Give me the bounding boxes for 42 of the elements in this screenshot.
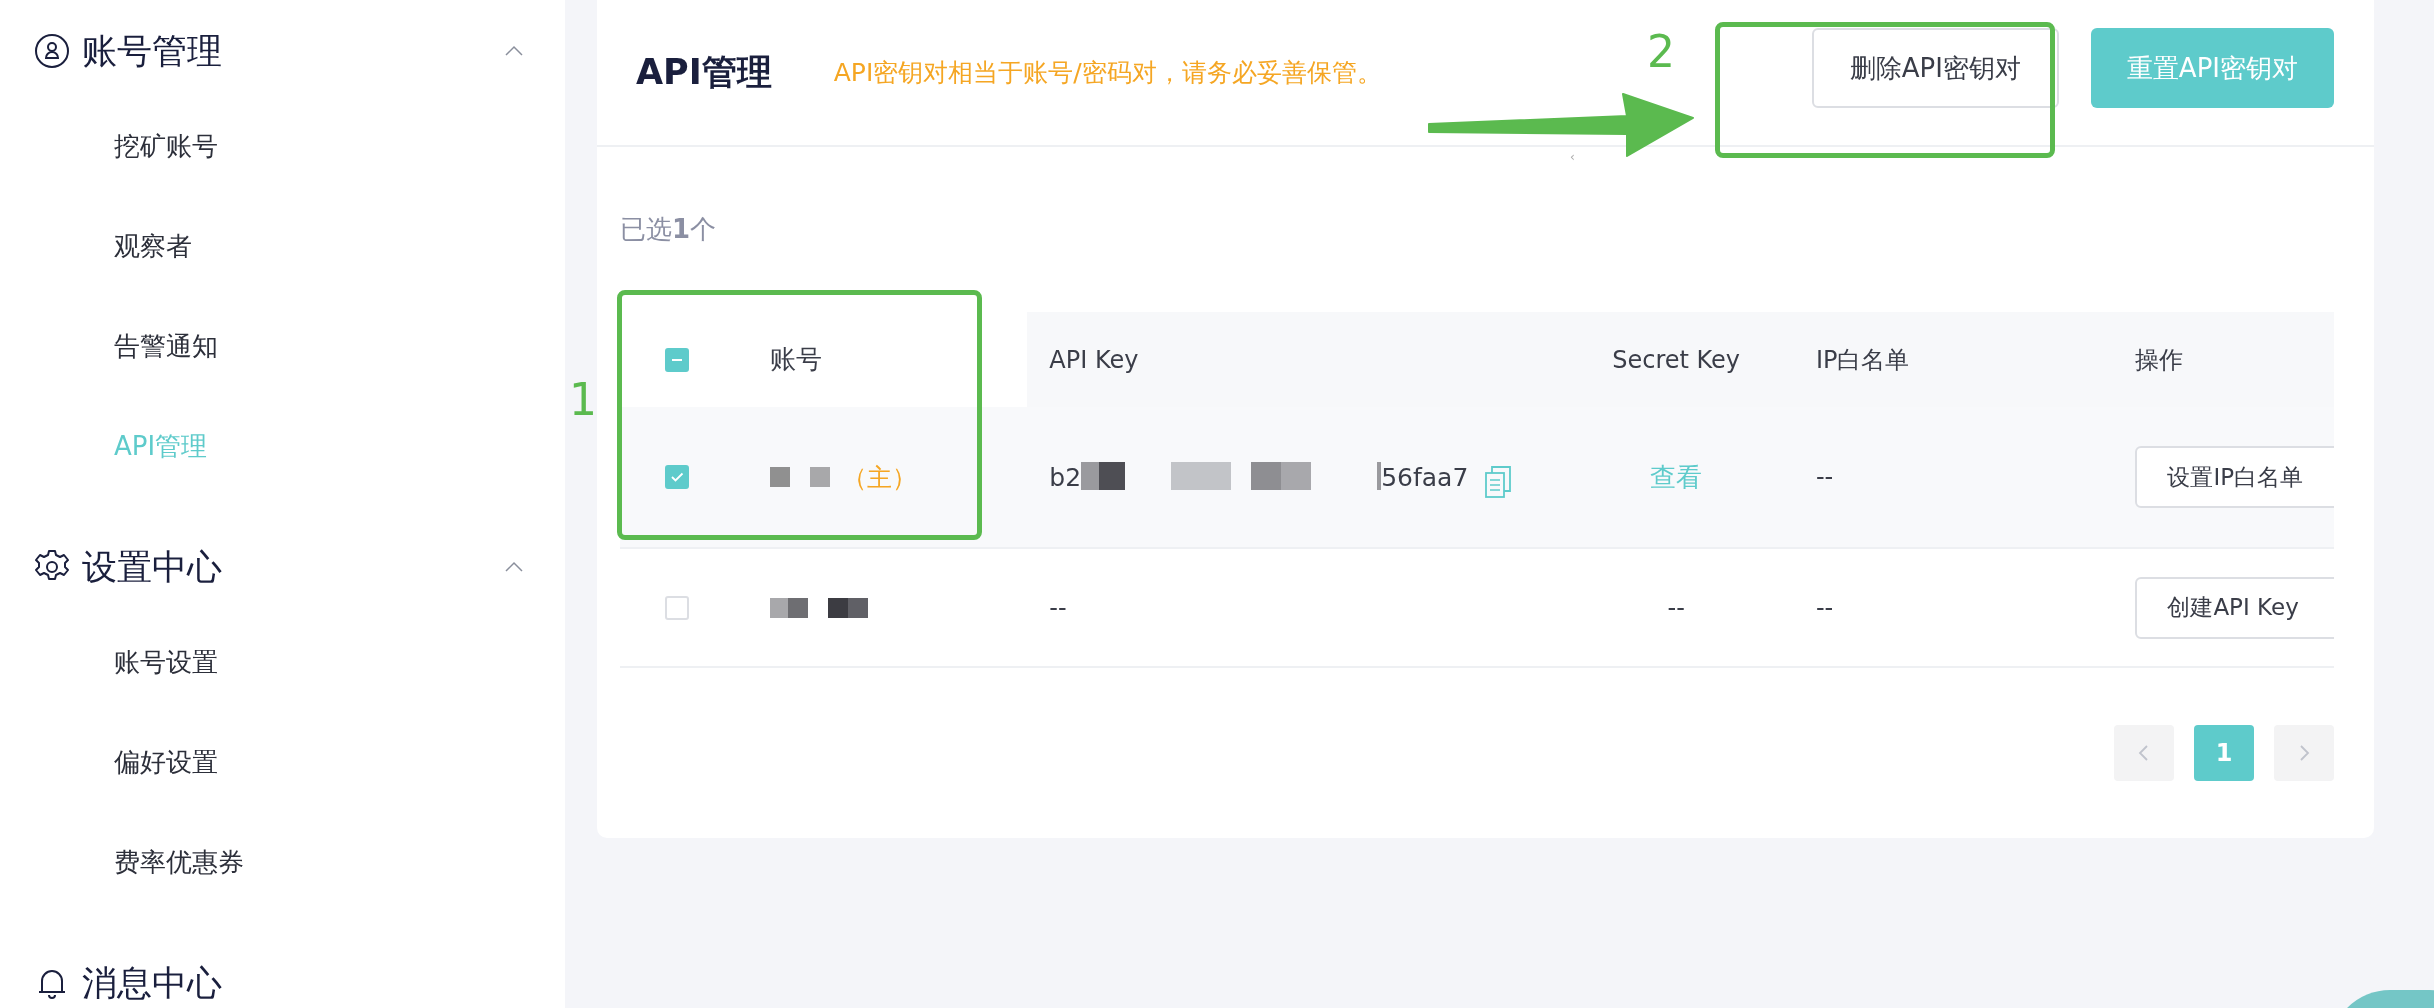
next-page-button[interactable] <box>2274 725 2334 781</box>
column-header: API Key <box>1048 344 1140 376</box>
menu-group[interactable]: 消息中心 <box>34 954 524 1008</box>
annotation-number: 1 <box>569 378 597 422</box>
previous-page-button[interactable] <box>2114 725 2174 781</box>
sidebar-item[interactable]: 告警通知 <box>34 326 218 426</box>
delete-button[interactable]: 删除API密钥对 <box>1811 28 2059 108</box>
menu-group[interactable]: 账号管理 <box>34 22 524 80</box>
warning-note: API密钥对相当于账号/密码对，请务必妥善保管。 <box>833 57 1382 89</box>
secret-key-value: -- <box>1667 593 1685 622</box>
page-title: API管理 <box>636 51 772 94</box>
row-checkbox[interactable] <box>665 595 689 620</box>
annotation-number: 2 <box>1647 30 1675 74</box>
menu-group-title: 设置中心 <box>82 545 222 589</box>
table-row[interactable]: -- -- -- 创建API Key <box>620 549 2334 668</box>
action-button[interactable]: 创建API Key <box>2135 576 2334 639</box>
menu-group-title: 消息中心 <box>82 961 222 1005</box>
column-header: IP白名单 <box>1814 344 1911 376</box>
owner-tag: （主） <box>841 460 917 494</box>
action-button[interactable]: 设置IP白名单 <box>2135 446 2334 508</box>
sidebar-item[interactable]: 偏好设置 <box>34 742 218 842</box>
ip-whitelist-value: -- <box>1815 593 1834 622</box>
column-header: Secret Key <box>1611 344 1742 376</box>
minus-icon <box>672 358 682 361</box>
redacted-mosaic <box>769 465 830 489</box>
table-row[interactable]: （主） b2 56faa7 查看 -- 设置IP白名单 <box>620 407 2334 549</box>
column-header: 账号 <box>737 312 1028 407</box>
api-key-start: b2 <box>1049 462 1082 492</box>
sidebar-item[interactable]: 挖矿账号 <box>34 126 218 226</box>
select-all-checkbox[interactable] <box>665 347 689 372</box>
ip-whitelist-value: -- <box>1815 463 1834 491</box>
menu-group[interactable]: 设置中心 <box>34 538 524 596</box>
menu-group-title: 账号管理 <box>82 29 222 73</box>
column-header: 操作 <box>2134 344 2185 376</box>
api-key-end: 56faa7 <box>1381 462 1469 492</box>
user-icon <box>34 33 70 69</box>
api-key-value: -- <box>1049 593 1067 622</box>
selection-count: 已选1个 <box>620 213 717 246</box>
sidebar-item[interactable]: 账号设置 <box>34 642 218 742</box>
sidebar-item[interactable]: 观察者 <box>34 226 192 326</box>
row-checkbox[interactable] <box>665 465 689 489</box>
sidebar-item[interactable]: 费率优惠券 <box>34 842 244 942</box>
